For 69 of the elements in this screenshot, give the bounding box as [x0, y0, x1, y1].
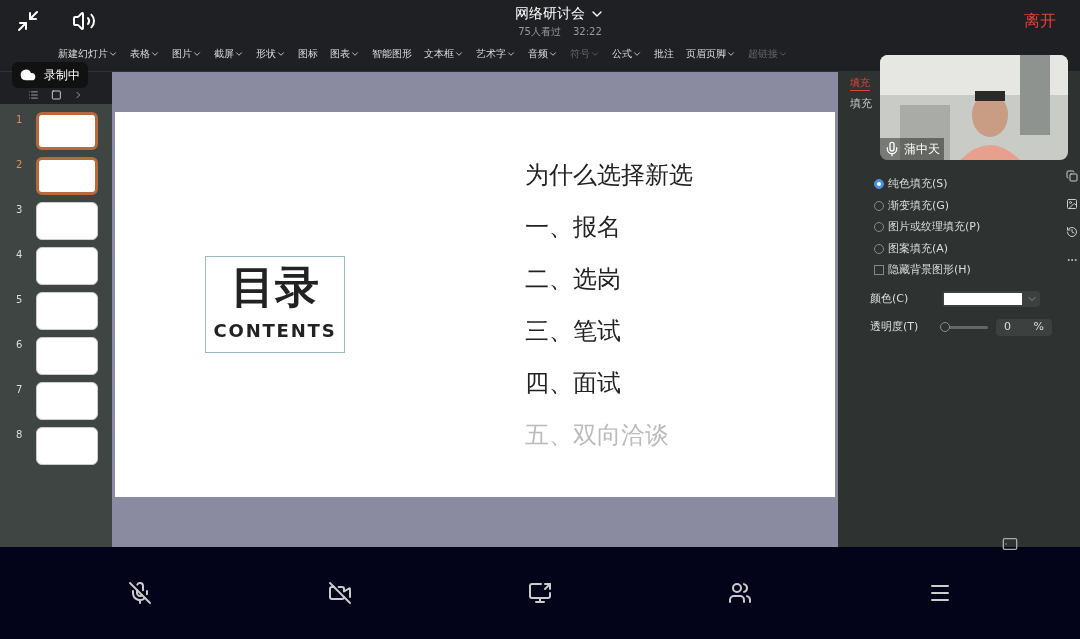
agenda-item: 五、双向洽谈 — [525, 419, 670, 451]
slider-thumb[interactable] — [940, 322, 950, 333]
slides-view-icon[interactable] — [50, 89, 62, 101]
slide-thumbnail[interactable] — [36, 112, 98, 150]
speaker-icon[interactable] — [72, 9, 96, 33]
meeting-duration: 32:22 — [572, 25, 602, 39]
minimize-icon[interactable] — [16, 9, 40, 33]
copy-icon[interactable] — [1066, 170, 1078, 182]
outline-icon[interactable] — [28, 89, 39, 101]
fill-radio[interactable]: 图片或纹理填充(P) — [874, 219, 1080, 236]
toolbar-item[interactable]: 智能图形 — [372, 46, 412, 61]
slide-number: 7 — [16, 383, 24, 397]
slide-thumbnail[interactable] — [36, 427, 98, 465]
toolbar-item[interactable]: 图表 — [330, 46, 360, 61]
toolbar-item[interactable]: 图片 — [172, 46, 202, 61]
slide-number: 4 — [16, 248, 24, 262]
cloud-icon — [20, 67, 36, 83]
participants-icon[interactable] — [728, 581, 752, 605]
hide-background-checkbox[interactable]: 隐藏背景图形(H) — [874, 262, 1080, 279]
slide-thumbnail[interactable] — [36, 157, 98, 195]
toolbar-item[interactable]: 音频 — [528, 46, 558, 61]
share-screen-icon[interactable] — [528, 581, 552, 605]
slide-subtitle: CONTENTS — [213, 319, 337, 343]
mic-muted-icon[interactable] — [128, 581, 152, 605]
camera-off-icon[interactable] — [328, 581, 352, 605]
participant-name: 蒲中天 — [904, 141, 940, 158]
agenda-item: 为什么选择新选 — [525, 159, 693, 191]
agenda-item: 二、选岗 — [525, 263, 622, 295]
toolbar-item[interactable]: 新建幻灯片 — [58, 46, 118, 61]
toolbar-item[interactable]: 批注 — [654, 46, 674, 61]
fill-radio[interactable]: 渐变填充(G) — [874, 197, 1080, 214]
slide-number: 6 — [16, 338, 24, 352]
toolbar-item[interactable]: 公式 — [612, 46, 642, 61]
toolbar-item[interactable]: 页眉页脚 — [686, 46, 736, 61]
meeting-title: 网络研讨会 — [515, 4, 585, 23]
toolbar-item[interactable]: 截屏 — [214, 46, 244, 61]
slide-number: 2 — [16, 158, 24, 172]
slide-thumbnail[interactable] — [36, 337, 98, 375]
toolbar-item[interactable]: 图标 — [298, 46, 318, 61]
slide-title: 目录 — [231, 265, 319, 309]
color-picker[interactable] — [942, 290, 1040, 307]
slide-thumbnail[interactable] — [36, 247, 98, 285]
slide-number: 5 — [16, 293, 24, 307]
toolbar-item[interactable]: 形状 — [256, 46, 286, 61]
section-header[interactable]: 填充 — [850, 95, 872, 113]
transparency-field[interactable]: 0 % — [996, 319, 1052, 336]
toolbar-item[interactable]: 表格 — [130, 46, 160, 61]
history-icon[interactable] — [1066, 226, 1078, 238]
slide-thumbnail[interactable] — [36, 382, 98, 420]
transparency-slider[interactable] — [940, 322, 988, 333]
viewer-count: 75人看过 — [518, 25, 561, 39]
slide-thumbnail[interactable] — [36, 202, 98, 240]
slide-thumbnail[interactable] — [36, 292, 98, 330]
mic-icon — [884, 141, 900, 157]
agenda-item: 一、报名 — [525, 211, 622, 243]
agenda-item: 四、面试 — [525, 367, 622, 399]
color-label: 颜色(C) — [870, 290, 910, 307]
toolbar-item[interactable]: 艺术字 — [476, 46, 516, 61]
recording-badge: 录制中 — [12, 62, 88, 88]
leave-button[interactable]: 离开 — [1024, 9, 1056, 33]
slide-number: 1 — [16, 113, 24, 127]
agenda-item: 三、笔试 — [525, 315, 622, 347]
fill-radio[interactable]: 纯色填充(S) — [874, 176, 1080, 193]
transparency-label: 透明度(T) — [870, 319, 920, 335]
slide-number: 3 — [16, 203, 24, 217]
slide-number: 8 — [16, 428, 24, 442]
toolbar-item[interactable]: 文本框 — [424, 46, 464, 61]
fill-radio[interactable]: 图案填充(A) — [874, 240, 1080, 257]
image-icon[interactable] — [1066, 198, 1078, 210]
